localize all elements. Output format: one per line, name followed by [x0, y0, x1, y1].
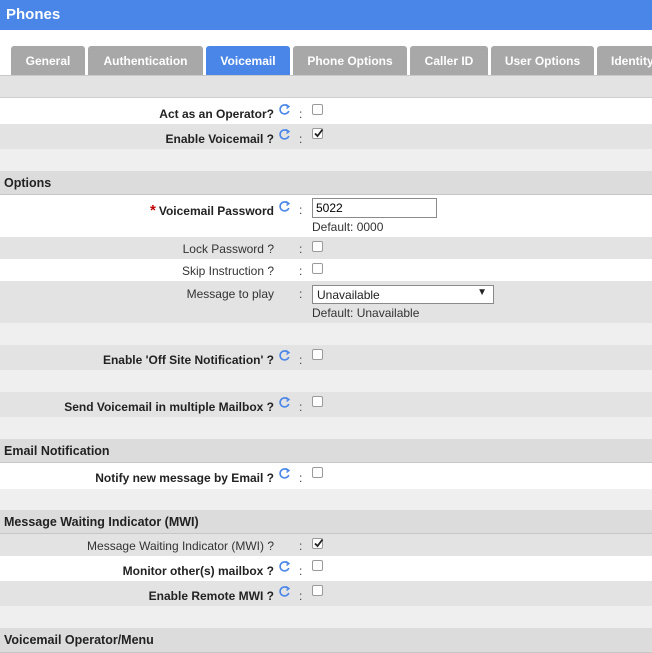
refresh-help-icon[interactable]: [278, 349, 291, 362]
refresh-help-icon[interactable]: [278, 396, 291, 409]
colon: :: [299, 107, 303, 121]
notify-email-checkbox[interactable]: [312, 467, 323, 478]
off-site-notification-checkbox[interactable]: [312, 349, 323, 360]
tab-authentication[interactable]: Authentication: [88, 46, 203, 75]
remote-mwi-label: Enable Remote MWI ?: [148, 589, 274, 603]
section-email-notification: Email Notification: [0, 439, 652, 463]
monitor-mailbox-label: Monitor other(s) mailbox ?: [122, 564, 274, 578]
message-to-play-default: Default: Unavailable: [312, 306, 420, 320]
refresh-help-icon[interactable]: [278, 128, 291, 141]
row-notify-email: Notify new message by Email ? :: [0, 463, 652, 489]
mwi-checkbox[interactable]: [312, 538, 324, 549]
tab-bar: General Authentication Voicemail Phone O…: [0, 30, 652, 76]
section-title-mwi: Message Waiting Indicator (MWI): [4, 515, 199, 529]
checkmark-icon: [314, 538, 324, 548]
tab-general[interactable]: General: [11, 46, 85, 75]
monitor-mailbox-checkbox[interactable]: [312, 560, 323, 571]
section-operator-menu: Voicemail Operator/Menu: [0, 628, 652, 653]
colon: :: [299, 353, 303, 367]
spacer: [0, 370, 652, 392]
spacer: [0, 323, 652, 345]
refresh-help-icon[interactable]: [278, 103, 291, 116]
spacer: [0, 149, 652, 171]
refresh-help-icon[interactable]: [278, 200, 291, 213]
colon: :: [299, 539, 303, 553]
act-as-operator-label: Act as an Operator?: [159, 107, 274, 121]
spacer: [0, 606, 652, 628]
colon: :: [299, 242, 303, 256]
row-message-to-play: Message to play : Unavailable ▼ Default:…: [0, 281, 652, 323]
tab-caller-id[interactable]: Caller ID: [410, 46, 488, 75]
colon: :: [299, 132, 303, 146]
row-mwi: Message Waiting Indicator (MWI) ? :: [0, 534, 652, 556]
row-act-as-operator: Act as an Operator? :: [0, 99, 652, 124]
voicemail-password-label: * Voicemail Password: [150, 202, 274, 219]
colon: :: [299, 589, 303, 603]
colon: :: [299, 287, 303, 301]
colon: :: [299, 564, 303, 578]
message-to-play-value: Unavailable: [317, 288, 380, 302]
skip-instruction-label: Skip Instruction ?: [181, 264, 274, 278]
multiple-mailbox-label: Send Voicemail in multiple Mailbox ?: [64, 400, 274, 414]
spacer: [0, 417, 652, 439]
page-title: Phones: [6, 6, 61, 23]
colon: :: [299, 471, 303, 485]
row-enable-voicemail: Enable Voicemail ? :: [0, 124, 652, 149]
remote-mwi-checkbox[interactable]: [312, 585, 323, 596]
colon: :: [299, 264, 303, 278]
triangle-down-icon: ▼: [477, 287, 487, 298]
row-monitor-mailbox: Monitor other(s) mailbox ? :: [0, 556, 652, 581]
enable-voicemail-label: Enable Voicemail ?: [165, 132, 274, 146]
act-as-operator-checkbox[interactable]: [312, 104, 323, 115]
top-band: [0, 76, 652, 98]
colon: :: [299, 203, 303, 217]
row-off-site-notification: Enable 'Off Site Notification' ? :: [0, 345, 652, 370]
section-mwi: Message Waiting Indicator (MWI): [0, 510, 652, 534]
skip-instruction-checkbox[interactable]: [312, 263, 323, 274]
row-multiple-mailbox: Send Voicemail in multiple Mailbox ? :: [0, 392, 652, 417]
section-title-operator-menu: Voicemail Operator/Menu: [4, 633, 154, 647]
section-options: Options: [0, 171, 652, 195]
voicemail-password-default: Default: 0000: [312, 220, 384, 234]
voicemail-password-input[interactable]: [312, 198, 437, 218]
refresh-help-icon[interactable]: [278, 467, 291, 480]
checkmark-icon: [314, 128, 324, 138]
tab-user-options[interactable]: User Options: [491, 46, 594, 75]
off-site-notification-label: Enable 'Off Site Notification' ?: [102, 353, 274, 367]
section-title-email: Email Notification: [4, 444, 110, 458]
row-skip-instruction: Skip Instruction ? :: [0, 259, 652, 281]
multiple-mailbox-checkbox[interactable]: [312, 396, 323, 407]
mwi-label: Message Waiting Indicator (MWI) ?: [87, 539, 274, 553]
row-lock-password: Lock Password ? :: [0, 237, 652, 259]
refresh-help-icon[interactable]: [278, 560, 291, 573]
lock-password-label: Lock Password ?: [182, 242, 274, 256]
section-title-options: Options: [4, 176, 52, 190]
tab-voicemail[interactable]: Voicemail: [206, 46, 290, 75]
spacer: [0, 489, 652, 510]
lock-password-checkbox[interactable]: [312, 241, 323, 252]
required-mark: *: [149, 202, 156, 219]
row-remote-mwi: Enable Remote MWI ? :: [0, 581, 652, 606]
title-bar: Phones: [0, 0, 652, 30]
enable-voicemail-checkbox[interactable]: [312, 128, 324, 139]
row-voicemail-password: *Voicemail Password : Default: 0000: [0, 195, 652, 237]
voicemail-password-text: Voicemail Password: [158, 204, 274, 218]
colon: :: [299, 400, 303, 414]
notify-email-label: Notify new message by Email ?: [95, 471, 274, 485]
tab-identity[interactable]: Identity: [597, 46, 652, 75]
message-to-play-select[interactable]: Unavailable ▼: [312, 285, 494, 304]
tab-phone-options[interactable]: Phone Options: [293, 46, 407, 75]
refresh-help-icon[interactable]: [278, 585, 291, 598]
message-to-play-label: Message to play: [186, 287, 274, 301]
